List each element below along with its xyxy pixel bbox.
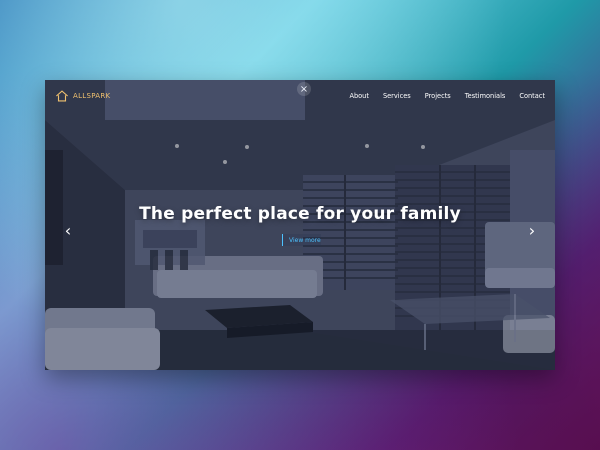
site-logo[interactable]: ALLSPARK xyxy=(55,89,110,103)
chevron-right-icon[interactable]: › xyxy=(525,220,539,240)
view-more-button[interactable]: View more xyxy=(282,234,321,246)
main-nav: About Services Projects Testimonials Con… xyxy=(349,92,545,100)
hero-title: The perfect place for your family xyxy=(139,204,461,224)
nav-about[interactable]: About xyxy=(349,92,369,100)
website-window: ALLSPARK About Services Projects Testimo… xyxy=(45,80,555,370)
nav-projects[interactable]: Projects xyxy=(425,92,451,100)
nav-contact[interactable]: Contact xyxy=(519,92,545,100)
nav-services[interactable]: Services xyxy=(383,92,411,100)
logo-text: ALLSPARK xyxy=(73,92,111,100)
nav-testimonials[interactable]: Testimonials xyxy=(465,92,506,100)
hero-overlay xyxy=(45,80,555,370)
hero-background-image xyxy=(45,80,555,370)
house-logo-icon xyxy=(56,90,68,102)
close-icon[interactable]: × xyxy=(297,82,311,96)
chevron-left-icon[interactable]: ‹ xyxy=(61,220,75,240)
